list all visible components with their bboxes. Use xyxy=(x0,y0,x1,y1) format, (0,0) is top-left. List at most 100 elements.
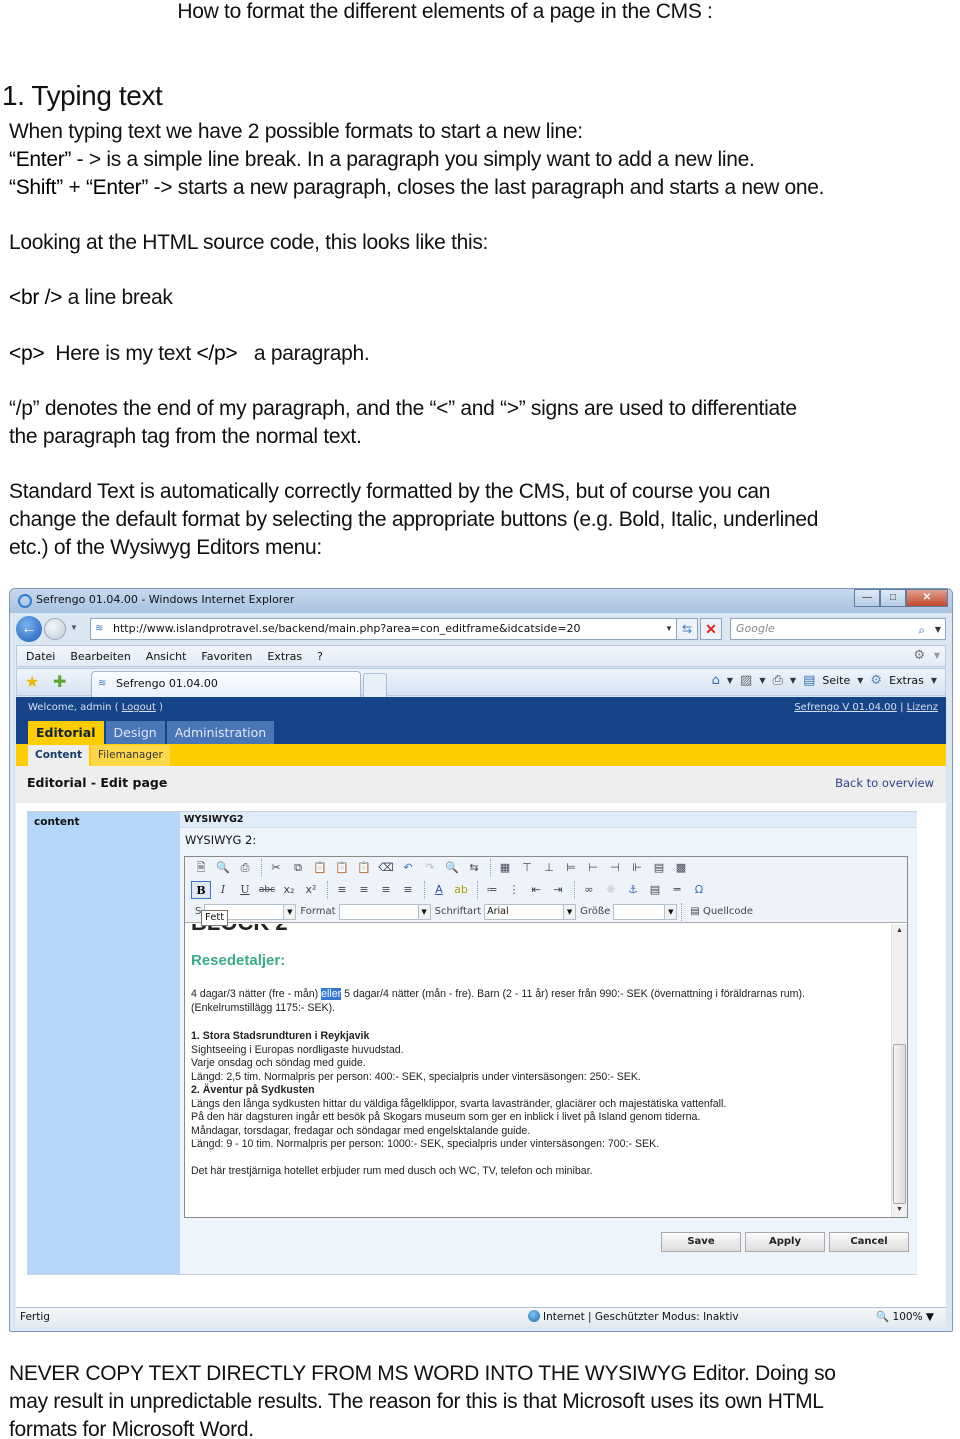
link-icon[interactable]: ∞ xyxy=(579,881,599,899)
paste-word-icon[interactable]: 📋 xyxy=(354,859,374,877)
search-icon[interactable]: ⌕ xyxy=(918,620,925,640)
scroll-down-icon[interactable]: ▼ xyxy=(892,1203,907,1217)
find-icon[interactable]: 🔍 xyxy=(442,859,462,877)
strikethrough-button[interactable]: abc xyxy=(257,881,277,899)
close-button[interactable]: ✕ xyxy=(906,589,948,607)
copy-icon[interactable]: ⧉ xyxy=(288,859,308,877)
delete-col-icon[interactable]: ⊩ xyxy=(627,859,647,877)
tools-menu[interactable]: Extras xyxy=(889,674,924,687)
size-dropdown-icon[interactable]: ▼ xyxy=(664,904,677,919)
image-icon[interactable]: ▤ xyxy=(645,881,665,899)
toolbar-settings-icon[interactable]: ⚙ xyxy=(913,648,925,663)
menu-help[interactable]: ? xyxy=(317,650,323,663)
history-dropdown-icon[interactable]: ▼ xyxy=(70,623,78,632)
menu-bearbeiten[interactable]: Bearbeiten xyxy=(70,650,130,663)
style-dropdown-icon[interactable]: ▼ xyxy=(283,904,296,919)
apply-button[interactable]: Apply xyxy=(745,1232,825,1252)
italic-button[interactable]: I xyxy=(213,881,233,899)
text-color-icon[interactable]: A xyxy=(429,881,449,899)
highlight-color-icon[interactable]: ab xyxy=(451,881,471,899)
version-link[interactable]: Sefrengo V 01.04.00 xyxy=(794,702,897,713)
tab-administration[interactable]: Administration xyxy=(166,721,275,744)
justify-icon[interactable]: ≡ xyxy=(398,881,418,899)
table-icon[interactable]: ▦ xyxy=(495,859,515,877)
horizontal-rule-icon[interactable]: ═ xyxy=(667,881,687,899)
replace-icon[interactable]: ⇆ xyxy=(464,859,484,877)
editor-scrollbar[interactable]: ▲ ▼ xyxy=(891,924,907,1217)
search-dropdown-icon[interactable]: ▼ xyxy=(935,620,941,640)
font-dropdown-icon[interactable]: ▼ xyxy=(563,904,576,919)
editor-content[interactable]: BLOCK 2 Resedetaljer: 4 dagar/3 nätter (… xyxy=(185,924,892,1217)
page-menu[interactable]: Seite xyxy=(822,674,850,687)
size-select[interactable]: ▼ xyxy=(613,903,678,920)
save-button[interactable]: Save xyxy=(661,1232,741,1252)
align-right-icon[interactable]: ≡ xyxy=(376,881,396,899)
ordered-list-icon[interactable]: ≔ xyxy=(482,881,502,899)
zoom-control[interactable]: 🔍 100% ▼ xyxy=(876,1308,934,1327)
menu-ansicht[interactable]: Ansicht xyxy=(146,650,187,663)
address-bar[interactable]: ≋ http://www.islandprotravel.se/backend/… xyxy=(90,618,690,640)
insert-row-before-icon[interactable]: ⊤ xyxy=(517,859,537,877)
tab-design[interactable]: Design xyxy=(105,721,165,744)
toolbar-settings-dropdown-icon[interactable]: ▼ xyxy=(934,651,940,660)
print-icon[interactable]: ⎙ xyxy=(773,673,783,688)
minimize-button[interactable]: — xyxy=(854,589,880,607)
scroll-up-icon[interactable]: ▲ xyxy=(892,924,907,938)
subtab-filemanager[interactable]: Filemanager xyxy=(91,745,170,766)
menu-datei[interactable]: Datei xyxy=(26,650,55,663)
search-input[interactable]: Google ⌕ ▼ xyxy=(730,618,946,640)
scroll-thumb[interactable] xyxy=(893,1044,906,1204)
print-dropdown-icon[interactable]: ▼ xyxy=(790,676,796,685)
browser-tab[interactable]: ≋ Sefrengo 01.04.00 xyxy=(91,671,361,697)
cut-icon[interactable]: ✂ xyxy=(266,859,286,877)
cell-props-icon[interactable]: ▩ xyxy=(671,859,691,877)
unlink-icon[interactable]: ❋ xyxy=(601,881,621,899)
source-button[interactable]: ▤ Quellcode xyxy=(690,906,753,917)
delete-row-icon[interactable]: ⊨ xyxy=(561,859,581,877)
home-dropdown-icon[interactable]: ▼ xyxy=(727,676,733,685)
superscript-button[interactable]: x² xyxy=(301,881,321,899)
remove-format-icon[interactable]: ⌫ xyxy=(376,859,396,877)
tools-dropdown-icon[interactable]: ▼ xyxy=(931,676,937,685)
home-icon[interactable]: ⌂ xyxy=(712,673,720,688)
paste-text-icon[interactable]: 📋 xyxy=(332,859,352,877)
align-left-icon[interactable]: ≡ xyxy=(332,881,352,899)
tab-editorial[interactable]: Editorial xyxy=(28,721,104,744)
favorites-star-icon[interactable]: ★ xyxy=(25,672,39,692)
menu-favoriten[interactable]: Favoriten xyxy=(201,650,252,663)
menu-extras[interactable]: Extras xyxy=(267,650,302,663)
print-icon[interactable]: ⎙ xyxy=(235,859,255,877)
paste-icon[interactable]: 📋 xyxy=(310,859,330,877)
format-dropdown-icon[interactable]: ▼ xyxy=(417,904,430,919)
align-center-icon[interactable]: ≡ xyxy=(354,881,374,899)
feed-icon[interactable]: ▨ xyxy=(740,673,752,688)
page-dropdown-icon[interactable]: ▼ xyxy=(857,676,863,685)
anchor-icon[interactable]: ⚓ xyxy=(623,881,643,899)
back-button[interactable]: ← xyxy=(16,616,42,642)
back-to-overview-link[interactable]: Back to overview xyxy=(835,776,934,790)
insert-row-after-icon[interactable]: ⊥ xyxy=(539,859,559,877)
special-char-icon[interactable]: Ω xyxy=(689,881,709,899)
underline-button[interactable]: U xyxy=(235,881,255,899)
outdent-icon[interactable]: ⇤ xyxy=(526,881,546,899)
maximize-button[interactable]: □ xyxy=(880,589,906,607)
indent-icon[interactable]: ⇥ xyxy=(548,881,568,899)
font-select[interactable]: Arial ▼ xyxy=(484,903,577,920)
subtab-content[interactable]: Content xyxy=(28,745,90,766)
forward-button[interactable] xyxy=(44,618,66,640)
preview-icon[interactable]: 🔍 xyxy=(213,859,233,877)
subscript-button[interactable]: x₂ xyxy=(279,881,299,899)
logout-link[interactable]: Logout xyxy=(122,702,156,713)
new-tab-button[interactable] xyxy=(363,673,387,697)
redo-icon[interactable]: ↷ xyxy=(420,859,440,877)
insert-col-before-icon[interactable]: ⊢ xyxy=(583,859,603,877)
add-favorite-icon[interactable]: ✚ xyxy=(53,672,66,692)
refresh-button[interactable]: ⇆ xyxy=(676,618,698,640)
new-document-icon[interactable]: 🗎 xyxy=(191,859,211,877)
stop-button[interactable]: ✕ xyxy=(700,618,722,640)
license-link[interactable]: Lizenz xyxy=(907,702,938,713)
format-select[interactable]: ▼ xyxy=(338,903,431,920)
bold-button[interactable]: B xyxy=(191,881,211,899)
undo-icon[interactable]: ↶ xyxy=(398,859,418,877)
unordered-list-icon[interactable]: ⋮ xyxy=(504,881,524,899)
